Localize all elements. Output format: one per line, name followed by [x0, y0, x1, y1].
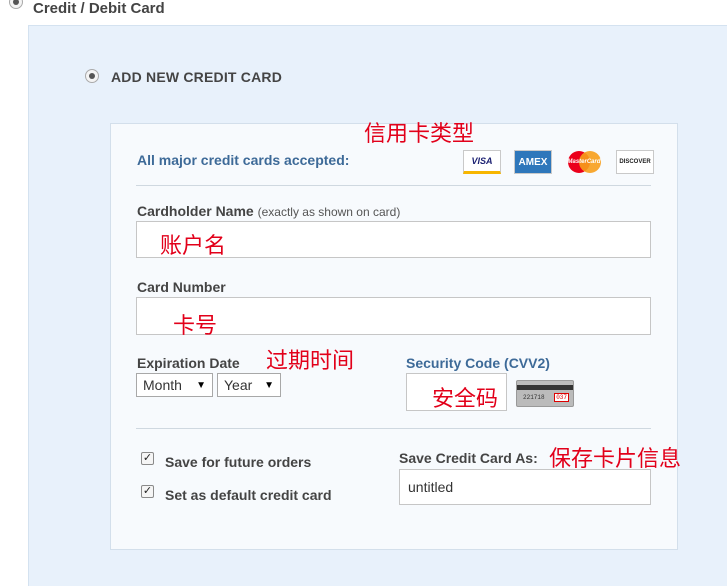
- save-future-checkbox[interactable]: ✓: [141, 452, 154, 465]
- chevron-down-icon: ▼: [196, 379, 206, 391]
- amex-logo-icon: AMEX: [514, 150, 552, 174]
- save-future-label: Save for future orders: [165, 454, 312, 470]
- annotation-expiration: 过期时间: [266, 349, 355, 374]
- divider: [136, 185, 651, 186]
- annotation-account-name: 账户名: [160, 234, 227, 259]
- add-new-card-label: ADD NEW CREDIT CARD: [111, 69, 283, 85]
- payment-method-label: Credit / Debit Card: [33, 0, 165, 17]
- divider: [136, 428, 651, 429]
- security-code-label[interactable]: Security Code (CVV2): [406, 355, 550, 371]
- mastercard-logo-icon: MasterCard: [565, 150, 603, 174]
- add-new-card-radio[interactable]: [85, 69, 99, 83]
- visa-logo-icon: VISA: [463, 150, 501, 174]
- chevron-down-icon: ▼: [264, 379, 274, 391]
- card-logos: VISA AMEX MasterCard DISCOVER: [463, 150, 654, 174]
- set-default-checkbox[interactable]: ✓: [141, 485, 154, 498]
- cardholder-name-hint: (exactly as shown on card): [257, 205, 401, 219]
- annotation-save-card: 保存卡片信息: [549, 447, 682, 472]
- discover-logo-icon: DISCOVER: [616, 150, 654, 174]
- expiration-year-select[interactable]: Year ▼: [217, 373, 281, 397]
- credit-card-radio[interactable]: [9, 0, 23, 9]
- cvv-card-icon: 221718 037: [516, 380, 574, 407]
- save-card-as-input[interactable]: untitled: [399, 469, 651, 505]
- accepted-cards-label: All major credit cards accepted:: [137, 152, 350, 168]
- set-default-label: Set as default credit card: [165, 487, 332, 503]
- save-card-as-label: Save Credit Card As:: [399, 450, 538, 466]
- annotation-security-code: 安全码: [432, 387, 499, 412]
- expiration-date-label: Expiration Date: [137, 355, 240, 371]
- annotation-card-types: 信用卡类型: [364, 122, 475, 147]
- card-number-label: Card Number: [137, 279, 226, 295]
- expiration-month-select[interactable]: Month ▼: [136, 373, 213, 397]
- annotation-card-number: 卡号: [173, 314, 218, 339]
- cardholder-name-label: Cardholder Name (exactly as shown on car…: [137, 203, 401, 219]
